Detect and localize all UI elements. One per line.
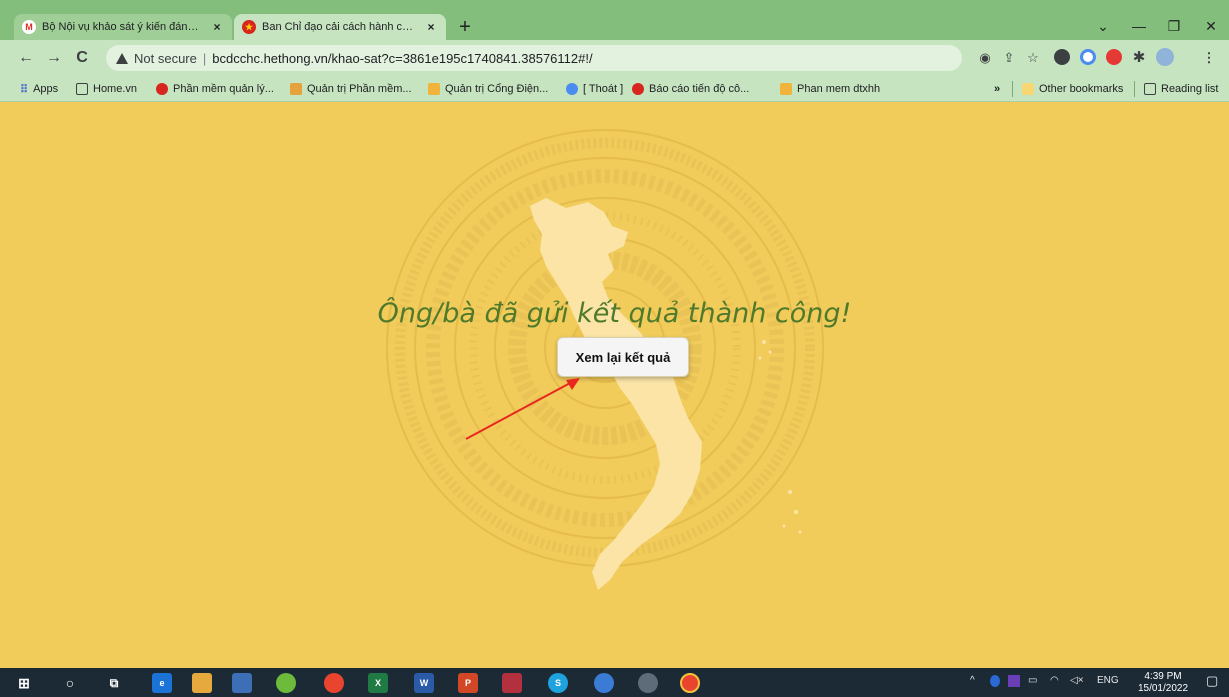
restore-button[interactable]: ❐ [1163, 16, 1185, 36]
tab-title: Bộ Nội vụ khảo sát ý kiến đánh giá [42, 21, 204, 33]
forward-button[interactable]: → [44, 48, 64, 68]
chrome-icon[interactable] [324, 673, 344, 693]
security-separator: | [202, 50, 207, 66]
close-window-button[interactable]: ✕ [1200, 16, 1222, 36]
bookmark-label: Reading list [1161, 83, 1219, 95]
reading-list-icon [1144, 83, 1156, 95]
bookmark-separator [1134, 81, 1135, 97]
apps-grid-icon: ⠿ [20, 83, 29, 96]
emblem-icon [156, 83, 168, 95]
bookmark-label: Phần mềm quản lý... [173, 83, 274, 95]
extension-c-icon[interactable] [1080, 49, 1096, 65]
bookmark-label: Home.vn [93, 83, 138, 95]
bookmark-thoat[interactable]: [ Thoát ] [566, 81, 623, 97]
security-label[interactable]: Not secure [134, 51, 197, 66]
tray-chevron-icon[interactable]: ^ [970, 675, 975, 686]
reading-list[interactable]: Reading list [1144, 81, 1218, 97]
url-text[interactable]: bcdcchc.hethong.vn/khao-sat?c=3861e195c1… [212, 51, 592, 66]
tab-title: Ban Chỉ đạo cải cách hành chính [262, 21, 418, 33]
folder-icon [1022, 83, 1034, 95]
warning-icon[interactable] [116, 52, 128, 64]
tab-bo-noi-vu[interactable]: M Bộ Nội vụ khảo sát ý kiến đánh giá × [14, 14, 232, 40]
national-emblem-icon: ★ [242, 20, 256, 34]
bookmarks-overflow[interactable]: » [994, 81, 1000, 97]
other-bookmarks[interactable]: Other bookmarks [1022, 81, 1123, 97]
tab-ban-chi-dao[interactable]: ★ Ban Chỉ đạo cải cách hành chính × [234, 14, 446, 40]
bluetooth-icon[interactable] [990, 675, 1000, 687]
chrome-active-icon[interactable] [680, 673, 700, 693]
tab-strip: M Bộ Nội vụ khảo sát ý kiến đánh giá × ★… [0, 0, 1229, 40]
extension-icon[interactable] [1054, 49, 1070, 65]
language-indicator[interactable]: ENG [1097, 675, 1119, 686]
notification-icon[interactable]: ▢ [1206, 673, 1218, 689]
vpn-icon[interactable] [1008, 675, 1020, 687]
search-icon[interactable]: ○ [60, 673, 80, 693]
address-bar[interactable]: Not secure | bcdcchc.hethong.vn/khao-sat… [106, 45, 962, 71]
home-vn-icon [76, 83, 88, 95]
tab-search-icon[interactable]: ⌄ [1092, 16, 1114, 36]
bookmark-phan-mem-quan-ly[interactable]: Phần mềm quản lý... [156, 81, 274, 97]
task-view-icon[interactable]: ⧉ [104, 673, 124, 693]
store-icon[interactable] [232, 673, 252, 693]
annotation-arrow [465, 378, 580, 440]
tools-icon [290, 83, 302, 95]
file-explorer-icon[interactable] [192, 673, 212, 693]
share-icon[interactable]: ⇪ [1000, 49, 1018, 67]
menu-icon[interactable]: ⋮ [1200, 49, 1218, 67]
back-button[interactable]: ← [16, 48, 36, 68]
bookmark-label: Other bookmarks [1039, 83, 1124, 95]
gmail-icon: M [22, 20, 36, 34]
bookmark-quan-tri-cong-dien[interactable]: Quản trị Cổng Điện... [428, 81, 548, 97]
tab-close-icon[interactable]: × [424, 20, 438, 34]
page-content: Ông/bà đã gửi kết quả thành công! Xem lạ… [0, 102, 1229, 668]
avatar[interactable] [1156, 48, 1174, 66]
bookmark-quan-tri-phan-mem[interactable]: Quản trị Phần mềm... [290, 81, 412, 97]
bookmark-home-vn[interactable]: Home.vn [76, 81, 137, 97]
emblem-icon [632, 83, 644, 95]
adblock-icon[interactable] [1106, 49, 1122, 65]
new-tab-button[interactable]: + [454, 16, 476, 38]
battery-icon[interactable]: ▭ [1028, 675, 1037, 686]
portal-icon [780, 83, 792, 95]
globe-icon [566, 83, 578, 95]
bookmark-label: Phan mem dtxhh [797, 83, 881, 95]
bookmark-bao-cao-tien-do[interactable]: Báo cáo tiến độ cô... [632, 81, 749, 97]
windows-taskbar: ⊞ ○ ⧉ e X W P S ^ ▭ ◠ ◁× ENG 4:39 PM 15/… [0, 668, 1229, 697]
browser-toolbar: ← → C Not secure | bcdcchc.hethong.vn/kh… [0, 40, 1229, 76]
wifi-icon[interactable]: ◠ [1050, 675, 1059, 686]
tab-close-icon[interactable]: × [210, 20, 224, 34]
bookmark-label: [ Thoát ] [583, 83, 624, 95]
excel-icon[interactable]: X [368, 673, 388, 693]
bookmark-label: Quản trị Phần mềm... [307, 83, 412, 95]
clock[interactable]: 4:39 PM 15/01/2022 [1136, 671, 1190, 695]
skype-icon[interactable]: S [548, 673, 568, 693]
app-icon[interactable] [276, 673, 296, 693]
volume-icon[interactable]: ◁× [1070, 675, 1084, 686]
zalo-icon[interactable] [594, 673, 614, 693]
puzzle-icon[interactable]: ✱ [1130, 49, 1148, 67]
clock-time: 4:39 PM [1144, 671, 1182, 682]
bookmark-separator [1012, 81, 1013, 97]
media-icon[interactable] [638, 673, 658, 693]
minimize-button[interactable]: — [1128, 16, 1150, 36]
word-icon[interactable]: W [414, 673, 434, 693]
bookmark-star-icon[interactable]: ☆ [1024, 49, 1042, 67]
windows-start-icon[interactable]: ⊞ [14, 673, 34, 693]
portal-icon [428, 83, 440, 95]
clock-date: 15/01/2022 [1137, 683, 1189, 694]
bookmark-label: Báo cáo tiến độ cô... [649, 83, 750, 95]
reload-button[interactable]: C [72, 48, 92, 68]
bookmark-label: Quản trị Cổng Điện... [445, 83, 549, 95]
bookmark-label: Apps [33, 83, 59, 95]
bookmarks-bar: ⠿ Apps Home.vn Phần mềm quản lý... Quản … [0, 76, 1229, 102]
powerpoint-icon[interactable]: P [458, 673, 478, 693]
network-app-icon[interactable] [502, 673, 522, 693]
edge-icon[interactable]: e [152, 673, 172, 693]
eye-icon[interactable]: ◉ [976, 49, 994, 67]
bookmark-phan-mem-dtxhh[interactable]: Phan mem dtxhh [780, 81, 880, 97]
bookmark-apps[interactable]: ⠿ Apps [20, 81, 58, 97]
